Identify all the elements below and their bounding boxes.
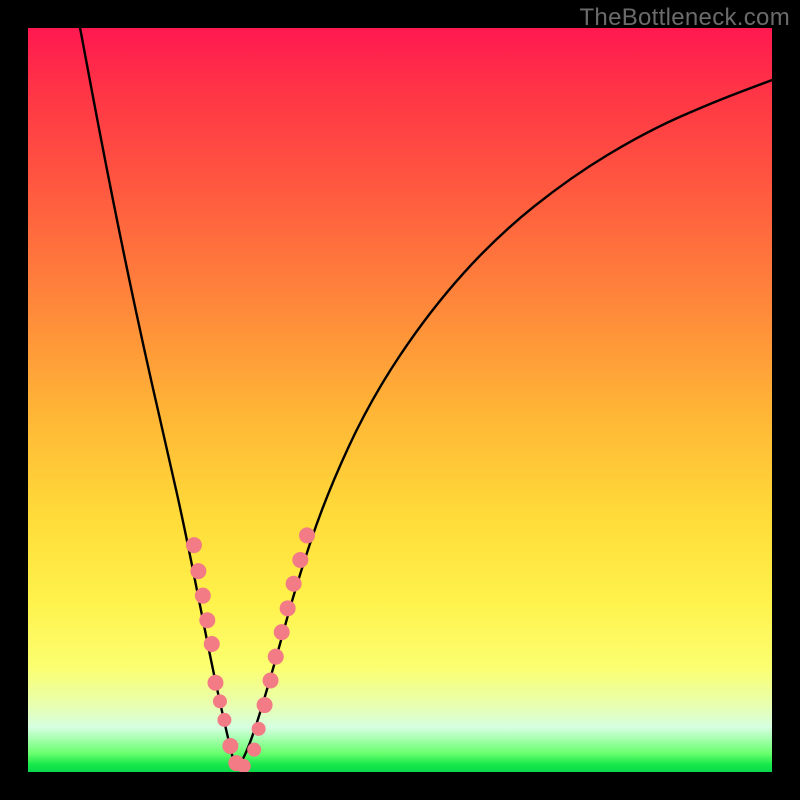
plot-area xyxy=(28,28,772,772)
data-marker xyxy=(268,649,284,665)
data-marker xyxy=(199,612,215,628)
data-marker xyxy=(217,713,231,727)
data-marker xyxy=(195,588,211,604)
data-marker xyxy=(257,697,273,713)
data-marker xyxy=(186,537,202,553)
data-marker xyxy=(252,722,266,736)
data-marker xyxy=(286,576,302,592)
data-marker xyxy=(247,743,261,757)
data-marker xyxy=(207,675,223,691)
chart-svg xyxy=(28,28,772,772)
data-marker xyxy=(213,694,227,708)
data-marker xyxy=(280,600,296,616)
curve-layer xyxy=(80,28,772,765)
data-marker xyxy=(204,636,220,652)
data-marker xyxy=(190,563,206,579)
data-marker xyxy=(299,527,315,543)
data-marker xyxy=(292,552,308,568)
watermark-text: TheBottleneck.com xyxy=(579,4,790,32)
data-marker xyxy=(274,624,290,640)
bottleneck-curve xyxy=(80,28,772,765)
outer-frame: TheBottleneck.com xyxy=(0,0,800,800)
marker-layer xyxy=(186,527,315,772)
data-marker xyxy=(222,738,238,754)
data-marker xyxy=(263,672,279,688)
